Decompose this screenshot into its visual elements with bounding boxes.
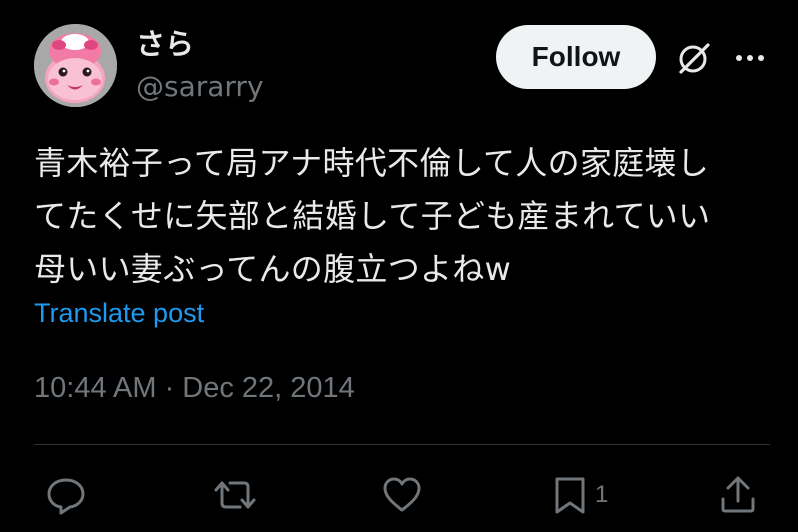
pink-character-avatar bbox=[34, 24, 117, 107]
user-handle[interactable]: @sararry bbox=[136, 70, 264, 104]
translate-post-link[interactable]: Translate post bbox=[34, 296, 204, 330]
tweet-text: 青木裕子って局アナ時代不倫して人の家庭壊し てたくせに矢部と結婚して子ども産まれ… bbox=[34, 137, 779, 296]
tweet-text-line: 青木裕子って局アナ時代不倫して人の家庭壊し bbox=[34, 144, 710, 182]
retweet-button[interactable] bbox=[212, 473, 258, 517]
tweet-text-line: 母いい妻ぶってんの腹立つよねw bbox=[34, 250, 512, 288]
heart-icon bbox=[383, 477, 421, 512]
bookmark-button[interactable]: 1 bbox=[553, 473, 608, 517]
divider bbox=[34, 444, 770, 445]
reply-button[interactable] bbox=[44, 473, 88, 517]
share-icon bbox=[721, 476, 755, 513]
display-name[interactable]: さら bbox=[136, 26, 194, 62]
reply-icon bbox=[47, 478, 85, 515]
avatar[interactable] bbox=[34, 24, 117, 107]
share-button[interactable] bbox=[718, 473, 758, 517]
follow-button[interactable]: Follow bbox=[496, 25, 656, 89]
tweet-timestamp[interactable]: 10:44 AM · Dec 22, 2014 bbox=[34, 370, 355, 406]
tweet-text-line: てたくせに矢部と結婚して子ども産まれていい bbox=[34, 197, 711, 235]
tweet-card: さら @sararry Follow 青木裕子って局アナ時代不倫して人の家庭壊し… bbox=[0, 0, 798, 532]
retweet-icon bbox=[214, 481, 256, 509]
bookmark-icon bbox=[555, 477, 585, 514]
like-button[interactable] bbox=[380, 473, 424, 517]
bookmark-count: 1 bbox=[595, 481, 609, 508]
more-icon[interactable] bbox=[732, 44, 768, 72]
grok-icon[interactable] bbox=[676, 40, 712, 76]
